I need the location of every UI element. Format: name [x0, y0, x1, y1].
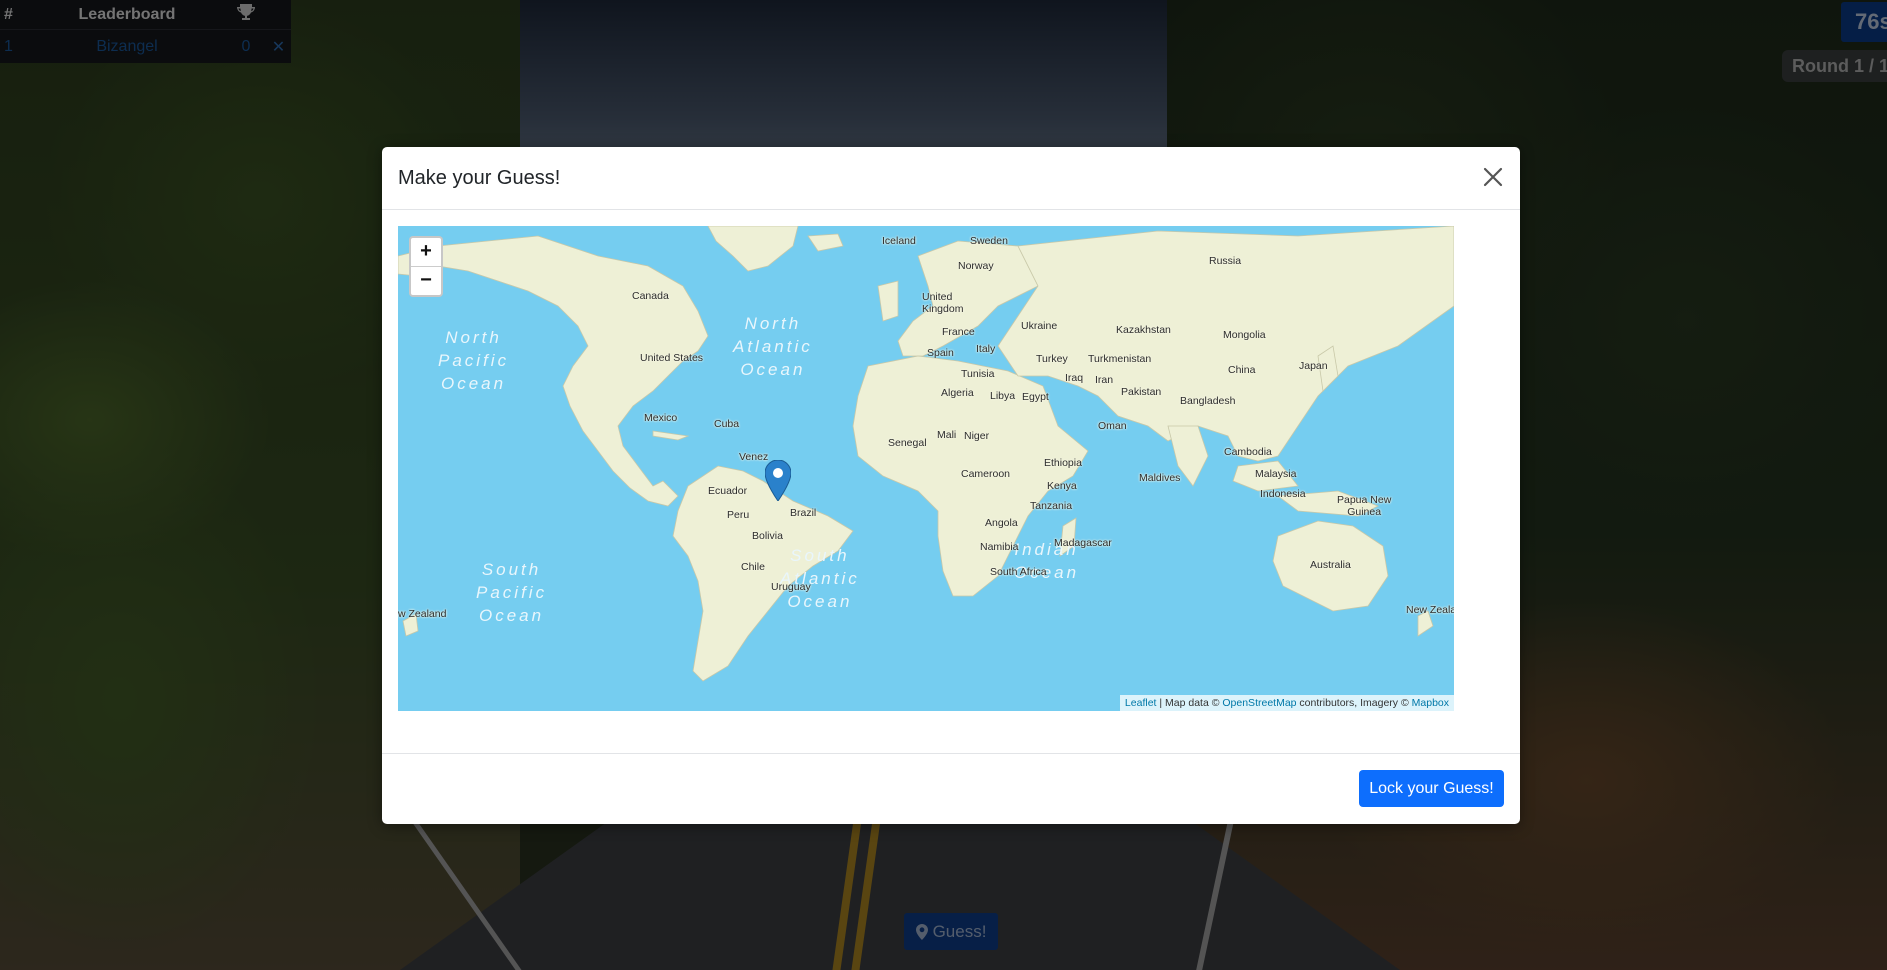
country-label: Italy [976, 343, 996, 355]
country-label: Iceland [882, 235, 916, 247]
country-label: South Africa [990, 566, 1047, 578]
country-label: Iran [1095, 374, 1114, 386]
country-label: France [942, 326, 975, 338]
country-label: Venez [739, 451, 769, 463]
country-label: Mexico [644, 412, 678, 424]
ocean-label-south-pacific: South Pacific Ocean [476, 560, 548, 625]
modal-header: Make your Guess! [382, 147, 1520, 210]
close-icon[interactable] [1480, 164, 1506, 190]
zoom-in-button[interactable]: + [411, 238, 441, 267]
country-label: Canada [632, 290, 669, 302]
country-label: Turkey [1036, 353, 1068, 365]
country-label: Kazakhstan [1116, 324, 1171, 336]
country-label: Cameroon [961, 468, 1011, 480]
country-label: Tunisia [961, 368, 995, 380]
country-label: Senegal [888, 437, 927, 449]
country-label: Niger [964, 430, 990, 442]
country-label: Ukraine [1021, 320, 1058, 332]
country-label: Norway [958, 260, 994, 272]
leaflet-link[interactable]: Leaflet [1125, 697, 1157, 709]
zoom-out-button[interactable]: − [411, 267, 441, 295]
country-label: Namibia [980, 541, 1019, 553]
country-label: Malaysia [1255, 468, 1297, 480]
country-label: Kenya [1047, 480, 1077, 492]
country-label: Indonesia [1260, 488, 1306, 500]
country-label: Bangladesh [1180, 395, 1236, 407]
ocean-label-north-pacific: North Pacific Ocean [438, 328, 510, 393]
country-label: United Kingdom [922, 291, 964, 315]
country-label: Brazil [790, 507, 817, 519]
country-label: Uruguay [771, 581, 811, 593]
country-label: Cambodia [1224, 446, 1272, 458]
country-label: Japan [1299, 360, 1328, 372]
guess-modal: Make your Guess! North Pacific Ocean Nor… [382, 147, 1520, 824]
country-label: Mongolia [1223, 329, 1266, 341]
country-label: Mali [937, 429, 957, 441]
country-label: Peru [727, 509, 750, 521]
country-label: Cuba [714, 418, 740, 430]
country-label: China [1228, 364, 1256, 376]
country-label: Ecuador [708, 485, 748, 497]
country-label: Angola [985, 517, 1018, 529]
country-label: Oman [1098, 420, 1127, 432]
zoom-control: + − [409, 236, 443, 297]
country-label: Ethiopia [1044, 457, 1082, 469]
country-label: Spain [927, 347, 954, 359]
country-label: Libya [990, 390, 1016, 402]
country-label: Chile [741, 561, 765, 573]
country-label: Egypt [1022, 391, 1049, 403]
mapbox-link[interactable]: Mapbox [1412, 697, 1449, 709]
attribution-text: | Map data © [1156, 697, 1223, 709]
country-label: Algeria [941, 387, 974, 399]
country-label: Maldives [1139, 472, 1181, 484]
country-label: w Zealand [398, 608, 447, 620]
country-label: Papua New Guinea [1337, 494, 1392, 518]
ocean-label-south-atlantic: South Atlantic Ocean [780, 546, 860, 611]
country-label: Australia [1310, 559, 1351, 571]
country-label: Madagascar [1054, 537, 1112, 549]
guess-marker-icon[interactable] [765, 460, 791, 501]
map-attribution: Leaflet | Map data © OpenStreetMap contr… [1119, 695, 1454, 711]
country-label: Turkmenistan [1088, 353, 1152, 365]
country-label: Sweden [970, 235, 1008, 247]
country-label: Tanzania [1030, 500, 1073, 512]
country-label: Bolivia [752, 530, 783, 542]
country-label: Pakistan [1121, 386, 1162, 398]
ocean-label-north-atlantic: North Atlantic Ocean [733, 314, 813, 379]
country-label: United States [640, 352, 704, 364]
world-map[interactable]: North Pacific Ocean North Atlantic Ocean… [398, 226, 1454, 711]
openstreetmap-link[interactable]: OpenStreetMap [1222, 697, 1296, 709]
lock-guess-button[interactable]: Lock your Guess! [1359, 770, 1504, 807]
modal-title: Make your Guess! [398, 167, 561, 189]
modal-footer: Lock your Guess! [382, 753, 1520, 825]
attribution-text: contributors, Imagery © [1296, 697, 1412, 709]
country-label: Russia [1209, 255, 1242, 267]
country-label: New Zeala [1406, 604, 1454, 616]
country-label: Iraq [1065, 372, 1084, 384]
